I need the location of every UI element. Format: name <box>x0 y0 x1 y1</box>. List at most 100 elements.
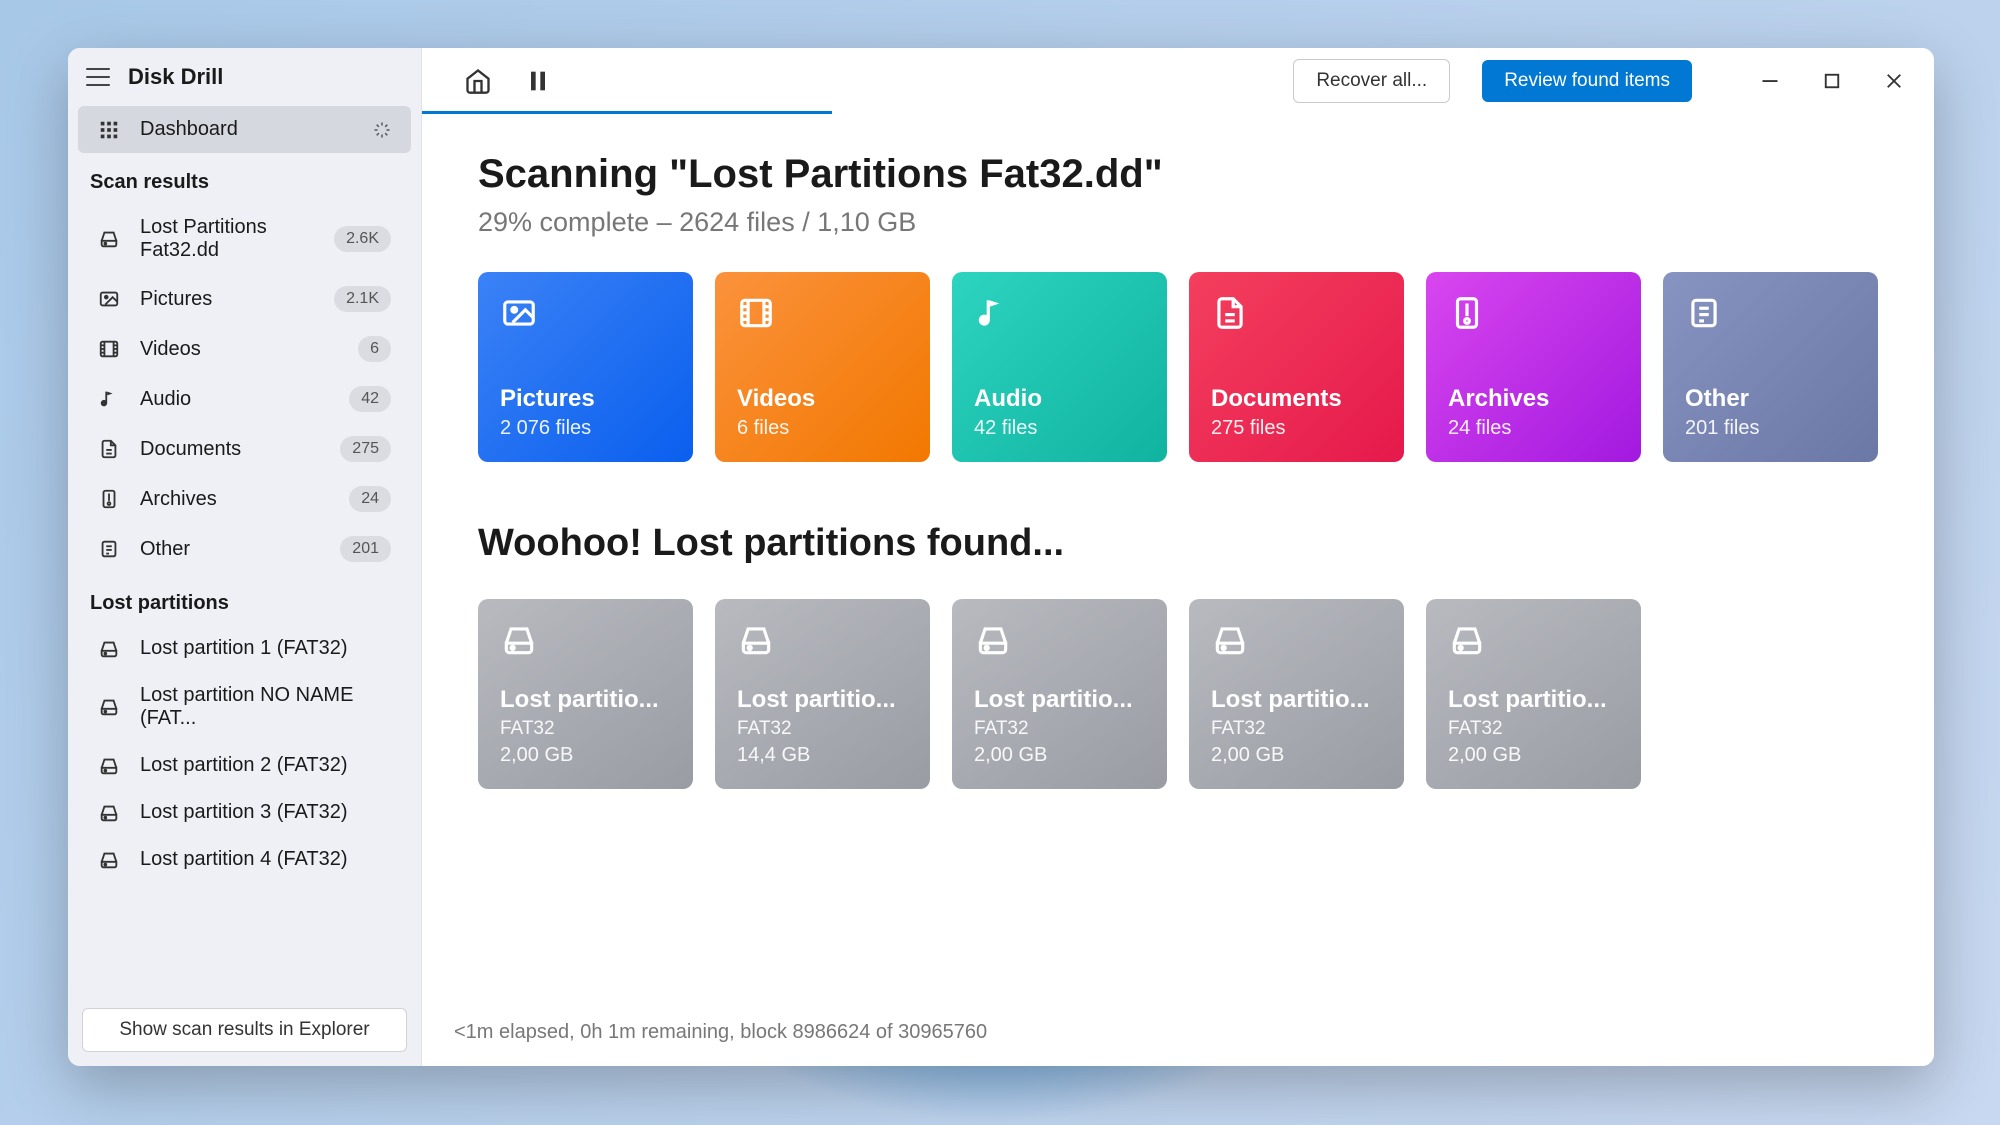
minimize-icon[interactable] <box>1760 71 1780 91</box>
spinner-icon <box>373 121 391 139</box>
progress-bar <box>422 111 832 114</box>
sidebar-item-partition[interactable]: Lost partition 4 (FAT32) <box>78 836 411 883</box>
partition-card[interactable]: Lost partitio...FAT322,00 GB <box>952 599 1167 789</box>
sidebar-item-label: Documents <box>140 438 320 461</box>
partition-name: Lost partitio... <box>500 686 671 714</box>
partition-fs: FAT32 <box>1448 718 1619 740</box>
sidebar-item-documents[interactable]: Documents 275 <box>78 424 411 474</box>
sidebar-item-partition[interactable]: Lost partition NO NAME (FAT... <box>78 672 411 742</box>
sidebar-item-pictures[interactable]: Pictures2.1K <box>78 274 411 324</box>
partition-name: Lost partitio... <box>1448 686 1619 714</box>
home-icon[interactable] <box>464 67 492 95</box>
film-icon <box>98 338 120 360</box>
show-in-explorer-button[interactable]: Show scan results in Explorer <box>82 1008 407 1052</box>
music-icon <box>974 294 1012 332</box>
sidebar-item-label: Audio <box>140 388 329 411</box>
close-icon[interactable] <box>1884 71 1904 91</box>
sidebar-item-label: Lost Partitions Fat32.dd <box>140 216 314 262</box>
scan-results-list: Lost Partitions Fat32.dd2.6KPictures2.1K… <box>68 204 421 574</box>
sidebar-item-archives[interactable]: Archives24 <box>78 474 411 524</box>
maximize-icon[interactable] <box>1822 71 1842 91</box>
disk-icon <box>500 621 538 659</box>
partition-card[interactable]: Lost partitio... FAT32 2,00 GB <box>478 599 693 789</box>
card-title: Pictures <box>500 385 671 413</box>
partition-fs: FAT32 <box>500 718 671 740</box>
sidebar-item-partition[interactable]: Lost partition 2 (FAT32) <box>78 742 411 789</box>
card-title: Audio <box>974 385 1145 413</box>
partition-fs: FAT32 <box>1211 718 1382 740</box>
disk-icon <box>98 696 120 718</box>
review-found-items-button[interactable]: Review found items <box>1482 60 1692 102</box>
disk-icon <box>98 802 120 824</box>
card-title: Archives <box>1448 385 1619 413</box>
partition-size: 2,00 GB <box>974 744 1145 767</box>
partitions-found-title: Woohoo! Lost partitions found... <box>478 522 1878 565</box>
card-title: Other <box>1685 385 1856 413</box>
disk-icon <box>98 228 120 250</box>
hamburger-icon[interactable] <box>86 68 110 86</box>
partition-size: 2,00 GB <box>1211 744 1382 767</box>
partition-size: 2,00 GB <box>500 744 671 767</box>
partition-name: Lost partitio... <box>1211 686 1382 714</box>
toolbar: Recover all... Review found items <box>422 48 1934 114</box>
partition-name: Lost partitio... <box>737 686 908 714</box>
sidebar-item-other[interactable]: Other201 <box>78 524 411 574</box>
disk-icon <box>98 755 120 777</box>
lost-partitions-header: Lost partitions <box>68 574 421 625</box>
main-panel: Recover all... Review found items Scanni… <box>422 48 1934 1066</box>
sidebar-item-label: Lost partition 1 (FAT32) <box>140 637 391 660</box>
partition-fs: FAT32 <box>974 718 1145 740</box>
pause-icon[interactable] <box>524 67 552 95</box>
sidebar-item-lost-partitions-fat32-dd[interactable]: Lost Partitions Fat32.dd2.6K <box>78 204 411 274</box>
sidebar-item-label: Videos <box>140 338 338 361</box>
sidebar-item-partition[interactable]: Lost partition 1 (FAT32) <box>78 625 411 672</box>
sidebar-item-label: Lost partition 4 (FAT32) <box>140 848 391 871</box>
zip-icon <box>98 488 120 510</box>
sidebar-header: Disk Drill <box>68 48 421 106</box>
scan-results-header: Scan results <box>68 153 421 204</box>
status-bar: <1m elapsed, 0h 1m remaining, block 8986… <box>422 999 1934 1066</box>
scan-title: Scanning "Lost Partitions Fat32.dd" <box>478 152 1878 197</box>
card-title: Documents <box>1211 385 1382 413</box>
partition-card[interactable]: Lost partitio... FAT32 2,00 GB <box>1189 599 1404 789</box>
card-file-count: 42 files <box>974 417 1145 440</box>
sidebar-item-label: Dashboard <box>140 118 353 141</box>
disk-icon <box>1448 621 1486 659</box>
count-badge: 6 <box>358 336 391 362</box>
count-badge: 275 <box>340 436 391 462</box>
count-badge: 42 <box>349 386 391 412</box>
category-card-documents[interactable]: Documents 275 files <box>1189 272 1404 462</box>
file-icon <box>1685 294 1723 332</box>
lost-partitions-list: Lost partition 1 (FAT32) Lost partition N… <box>68 625 421 883</box>
disk-icon <box>98 849 120 871</box>
app-title: Disk Drill <box>128 64 223 90</box>
recover-all-button[interactable]: Recover all... <box>1293 59 1450 103</box>
sidebar-item-dashboard[interactable]: Dashboard <box>78 106 411 153</box>
sidebar: Disk Drill Dashboard Scan results Lost P… <box>68 48 422 1066</box>
card-file-count: 275 files <box>1211 417 1382 440</box>
count-badge: 201 <box>340 536 391 562</box>
doc-icon <box>98 438 120 460</box>
zip-icon <box>1448 294 1486 332</box>
partition-card[interactable]: Lost partitio...FAT3214,4 GB <box>715 599 930 789</box>
card-file-count: 6 files <box>737 417 908 440</box>
category-card-other[interactable]: Other201 files <box>1663 272 1878 462</box>
card-file-count: 24 files <box>1448 417 1619 440</box>
disk-icon <box>737 621 775 659</box>
sidebar-item-label: Lost partition 2 (FAT32) <box>140 754 391 777</box>
film-icon <box>737 294 775 332</box>
sidebar-item-videos[interactable]: Videos 6 <box>78 324 411 374</box>
card-title: Videos <box>737 385 908 413</box>
partition-card[interactable]: Lost partitio...FAT322,00 GB <box>1426 599 1641 789</box>
sidebar-item-partition[interactable]: Lost partition 3 (FAT32) <box>78 789 411 836</box>
app-window: Disk Drill Dashboard Scan results Lost P… <box>68 48 1934 1066</box>
sidebar-item-audio[interactable]: Audio 42 <box>78 374 411 424</box>
scan-subtitle: 29% complete – 2624 files / 1,10 GB <box>478 207 1878 238</box>
partition-fs: FAT32 <box>737 718 908 740</box>
category-card-videos[interactable]: Videos 6 files <box>715 272 930 462</box>
file-icon <box>98 538 120 560</box>
image-icon <box>98 288 120 310</box>
category-card-audio[interactable]: Audio 42 files <box>952 272 1167 462</box>
category-card-archives[interactable]: Archives 24 files <box>1426 272 1641 462</box>
category-card-pictures[interactable]: Pictures2 076 files <box>478 272 693 462</box>
